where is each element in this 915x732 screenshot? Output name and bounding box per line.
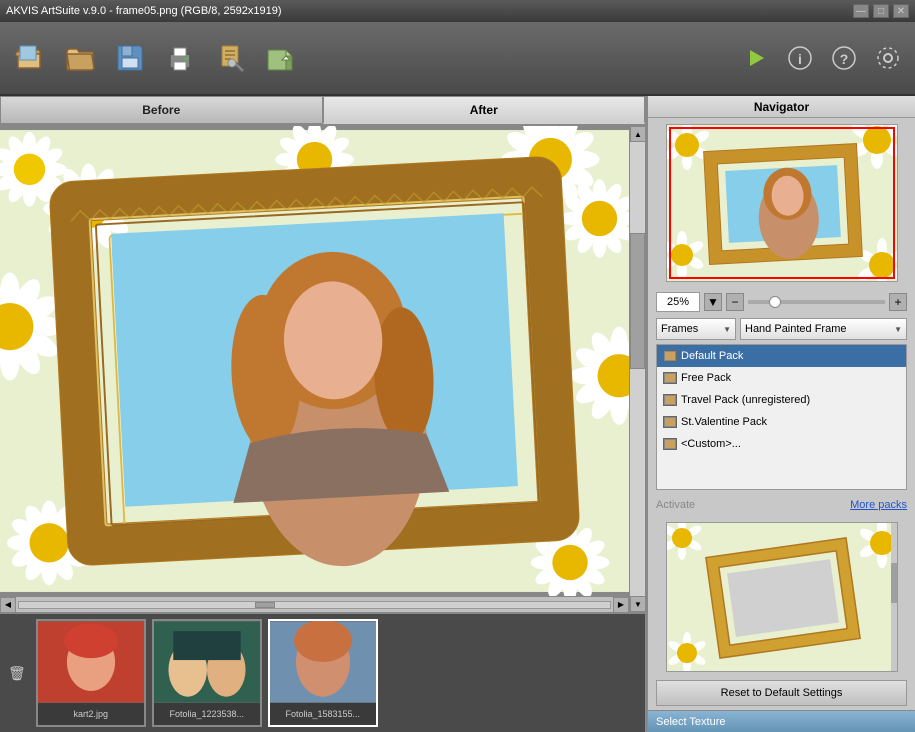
- thumb-label-3: Fotolia_1583155...: [270, 703, 376, 725]
- print-button[interactable]: [158, 33, 202, 83]
- pack-item-4[interactable]: <Custom>...: [657, 433, 906, 455]
- minimize-button[interactable]: —: [853, 4, 869, 18]
- actions-row: Activate More packs: [648, 492, 915, 518]
- type-label: Frames: [661, 323, 698, 335]
- pack-label-0: Default Pack: [681, 350, 743, 362]
- vertical-scrollbar[interactable]: ▲ ▼: [629, 126, 645, 612]
- vscroll-thumb[interactable]: [630, 233, 645, 369]
- maximize-button[interactable]: □: [873, 4, 889, 18]
- tab-before[interactable]: Before: [0, 96, 323, 124]
- thumb-image-2: [154, 621, 260, 703]
- scroll-thumb[interactable]: [255, 602, 275, 608]
- frame-preview: [666, 522, 898, 672]
- zoom-down-button[interactable]: ▼: [704, 293, 722, 311]
- pack-item-3[interactable]: St.Valentine Pack: [657, 411, 906, 433]
- pack-item-1[interactable]: Free Pack: [657, 367, 906, 389]
- pack-icon-2: [663, 394, 677, 406]
- svg-text:i: i: [798, 51, 802, 67]
- tabs: Before After: [0, 96, 645, 126]
- delete-button[interactable]: 🗑: [8, 665, 26, 682]
- scroll-up-button[interactable]: ▲: [630, 126, 646, 142]
- zoom-minus-button[interactable]: −: [726, 293, 744, 311]
- thumb-label-2: Fotolia_1223538...: [154, 703, 260, 725]
- film-thumb-3[interactable]: Fotolia_1583155...: [268, 619, 378, 727]
- film-thumb-2[interactable]: Fotolia_1223538...: [152, 619, 262, 727]
- gear-button[interactable]: [869, 39, 907, 77]
- scroll-left-button[interactable]: ◀: [0, 597, 16, 613]
- zoom-slider[interactable]: [748, 300, 885, 304]
- right-panel: Navigator: [647, 96, 915, 732]
- save-button[interactable]: [108, 33, 152, 83]
- zoom-value[interactable]: 25%: [656, 292, 700, 312]
- pack-item-2[interactable]: Travel Pack (unregistered): [657, 389, 906, 411]
- export-button[interactable]: [258, 33, 302, 83]
- activate-button[interactable]: Activate: [656, 499, 695, 511]
- svg-text:?: ?: [840, 51, 849, 67]
- thumb-image-1: [38, 621, 144, 703]
- open-file-button[interactable]: [8, 33, 52, 83]
- frame-label: Hand Painted Frame: [745, 323, 847, 335]
- pack-label-4: <Custom>...: [681, 438, 741, 450]
- type-select-main[interactable]: Frames ▼: [656, 318, 736, 340]
- pack-list[interactable]: Default Pack Free Pack Travel Pack (unre…: [656, 344, 907, 490]
- filmstrip: 🗑 kart2.jpg: [0, 612, 645, 732]
- film-thumb-1[interactable]: kart2.jpg: [36, 619, 146, 727]
- thumb-image-3: [270, 621, 376, 703]
- toolbar-right: i ?: [737, 39, 907, 77]
- navigator-header: Navigator: [648, 96, 915, 118]
- type-select-frame[interactable]: Hand Painted Frame ▼: [740, 318, 907, 340]
- tab-after[interactable]: After: [323, 96, 646, 124]
- pack-icon-4: [663, 438, 677, 450]
- app-title: AKVIS ArtSuite v.9.0 - frame05.png (RGB/…: [6, 5, 282, 17]
- scroll-right-button[interactable]: ▶: [613, 597, 629, 613]
- help-button[interactable]: ?: [825, 39, 863, 77]
- main-area: Before After: [0, 96, 915, 732]
- left-panel: Before After: [0, 96, 647, 732]
- close-button[interactable]: ✕: [893, 4, 909, 18]
- toolbar: i ?: [0, 22, 915, 96]
- zoom-control: 25% ▼ − +: [648, 288, 915, 316]
- scroll-track[interactable]: [18, 601, 611, 609]
- canvas-with-scroll: ◀ ▶ ▲ ▼: [0, 126, 645, 612]
- pack-label-3: St.Valentine Pack: [681, 416, 767, 428]
- canvas-container: ◀ ▶: [0, 126, 629, 612]
- pack-item-0[interactable]: Default Pack: [657, 345, 906, 367]
- pack-label-1: Free Pack: [681, 372, 731, 384]
- thumb-label-1: kart2.jpg: [38, 703, 144, 725]
- select-texture-bar[interactable]: Select Texture: [648, 710, 915, 732]
- select-texture-label: Select Texture: [656, 716, 726, 728]
- zoom-slider-thumb[interactable]: [769, 296, 781, 308]
- type-arrow-icon: ▼: [723, 325, 731, 334]
- type-selector-row: Frames ▼ Hand Painted Frame ▼: [648, 316, 915, 342]
- scroll-down-button[interactable]: ▼: [630, 596, 646, 612]
- navigator-title: Navigator: [754, 100, 809, 114]
- vscroll-track[interactable]: [630, 142, 645, 596]
- more-packs-link[interactable]: More packs: [850, 499, 907, 511]
- pack-label-2: Travel Pack (unregistered): [681, 394, 810, 406]
- titlebar: AKVIS ArtSuite v.9.0 - frame05.png (RGB/…: [0, 0, 915, 22]
- window-controls: — □ ✕: [853, 4, 909, 18]
- open-folder-button[interactable]: [58, 33, 102, 83]
- info-button[interactable]: i: [781, 39, 819, 77]
- canvas-area[interactable]: [0, 126, 629, 596]
- pack-icon-0: [663, 350, 677, 362]
- zoom-plus-button[interactable]: +: [889, 293, 907, 311]
- horizontal-scrollbar[interactable]: ◀ ▶: [0, 596, 629, 612]
- settings2-button[interactable]: [208, 33, 252, 83]
- reset-button[interactable]: Reset to Default Settings: [656, 680, 907, 706]
- pack-icon-3: [663, 416, 677, 428]
- pack-icon-1: [663, 372, 677, 384]
- navigator-preview[interactable]: [666, 124, 898, 282]
- play-button[interactable]: [737, 39, 775, 77]
- frame-arrow-icon: ▼: [894, 325, 902, 334]
